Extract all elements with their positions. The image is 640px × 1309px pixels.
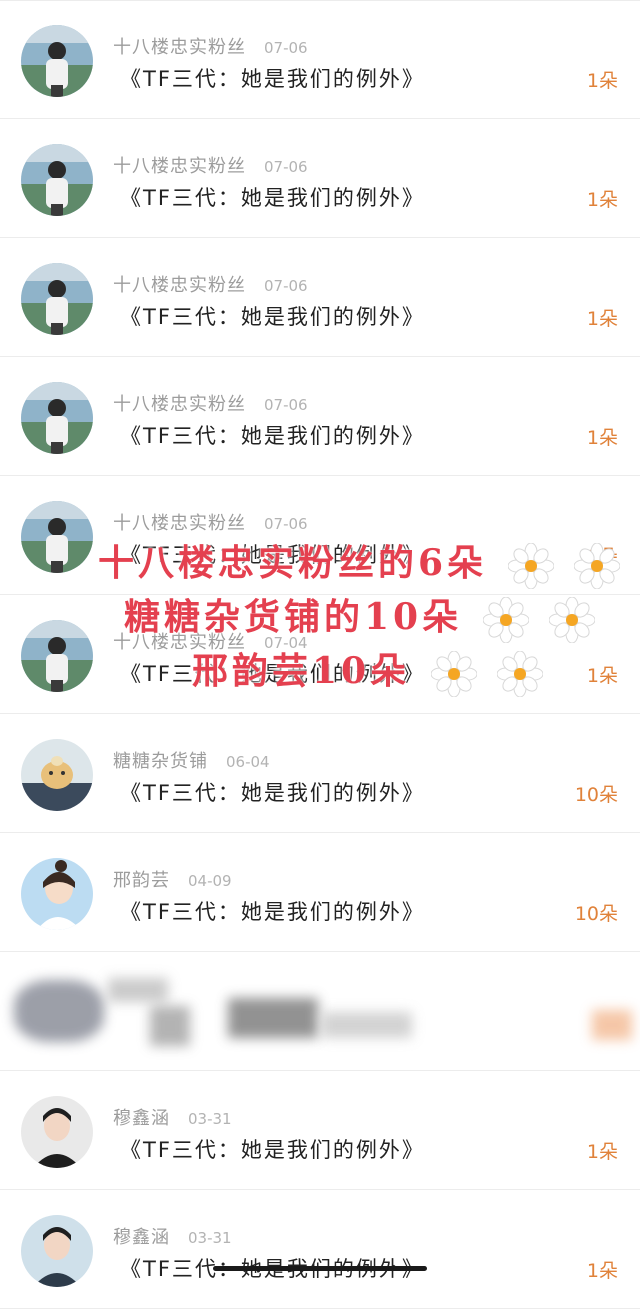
sender-name: 十八楼忠实粉丝 07-06	[113, 37, 308, 58]
flower-count: 10朵	[574, 903, 618, 925]
list-item[interactable]: 糖糖杂货铺 06-04 《TF三代：她是我们的例外》 10朵	[0, 714, 640, 833]
sender-name: 十八楼忠实粉丝 07-06	[113, 156, 308, 177]
gift-date: 04-09	[188, 872, 232, 890]
book-title: 《TF三代：她是我们的例外》	[120, 67, 425, 91]
flower-count: 1朵	[586, 1141, 618, 1163]
list-item[interactable]: 穆鑫涵03-31 《TF三代：她是我们的例外》 1朵	[0, 1071, 640, 1190]
list-item[interactable]: 十八楼忠实粉丝07-06 《TF三代：她是我们的例外》 1朵	[0, 238, 640, 357]
avatar[interactable]	[21, 620, 93, 692]
censored-block	[228, 998, 318, 1038]
list-item[interactable]: 穆鑫涵03-31 《TF三代：她是我们的例外》 1朵	[0, 1190, 640, 1309]
flower-count: 10朵	[574, 784, 618, 806]
sender-name: 邢韵芸 04-09	[113, 870, 232, 891]
overlay-line-2: 糖糖杂货铺的10朵	[124, 588, 596, 643]
censored-block	[150, 1006, 190, 1046]
overlay-text: 邢韵芸10朵	[192, 650, 411, 692]
overlay-text: 十八楼忠实粉丝的6朵	[98, 542, 488, 584]
flower-count: 1朵	[586, 665, 618, 687]
avatar[interactable]	[21, 1215, 93, 1287]
overlay-line-1: 十八楼忠实粉丝的6朵	[98, 534, 621, 589]
sender-name: 十八楼忠实粉丝 07-06	[113, 513, 308, 534]
overlay-line-3: 邢韵芸10朵	[192, 642, 544, 697]
avatar[interactable]	[21, 263, 93, 335]
daisy-icon	[482, 597, 529, 643]
list-item[interactable]: 邢韵芸 04-09 《TF三代：她是我们的例外》 10朵	[0, 833, 640, 952]
censored-title	[322, 1012, 412, 1038]
flower-count: 1朵	[586, 427, 618, 449]
gift-date: 07-06	[264, 515, 308, 533]
gift-date: 07-06	[264, 158, 308, 176]
avatar[interactable]	[21, 858, 93, 930]
avatar[interactable]	[21, 382, 93, 454]
daisy-icon	[430, 651, 477, 697]
list-item[interactable]: 十八楼忠实粉丝07-06 《TF三代：她是我们的例外》 1朵	[0, 0, 640, 119]
flower-count: 1朵	[586, 70, 618, 92]
book-title: 《TF三代：她是我们的例外》	[120, 1138, 425, 1162]
censored-count	[592, 1010, 632, 1040]
avatar[interactable]	[21, 1096, 93, 1168]
gift-date: 03-31	[188, 1110, 232, 1128]
gift-date: 07-06	[264, 277, 308, 295]
avatar[interactable]	[21, 144, 93, 216]
overlay-text: 糖糖杂货铺的10朵	[124, 596, 463, 638]
book-title: 《TF三代：她是我们的例外》	[120, 186, 425, 210]
flower-count: 1朵	[586, 189, 618, 211]
sender-name: 十八楼忠实粉丝 07-06	[113, 394, 308, 415]
book-title: 《TF三代：她是我们的例外》	[120, 900, 425, 924]
sender-name: 穆鑫涵 03-31	[113, 1227, 232, 1248]
avatar[interactable]	[21, 25, 93, 97]
list-item[interactable]: 十八楼忠实粉丝07-06 《TF三代：她是我们的例外》 1朵	[0, 357, 640, 476]
sender-name: 十八楼忠实粉丝 07-06	[113, 275, 308, 296]
list-item[interactable]: 十八楼忠实粉丝07-06 《TF三代：她是我们的例外》 1朵	[0, 119, 640, 238]
book-title: 《TF三代：她是我们的例外》	[120, 781, 425, 805]
censored-name	[108, 978, 168, 1002]
daisy-icon	[574, 543, 621, 589]
sender-name: 糖糖杂货铺 06-04	[113, 751, 270, 772]
daisy-icon	[497, 651, 544, 697]
book-title: 《TF三代：她是我们的例外》	[120, 305, 425, 329]
gift-date: 07-06	[264, 396, 308, 414]
daisy-icon	[507, 543, 554, 589]
gift-date: 03-31	[188, 1229, 232, 1247]
flower-count: 1朵	[586, 1260, 618, 1282]
flower-count: 1朵	[586, 308, 618, 330]
daisy-icon	[549, 597, 596, 643]
censored-avatar	[14, 980, 104, 1042]
censored-list-item	[0, 952, 640, 1071]
avatar[interactable]	[21, 501, 93, 573]
gift-date: 06-04	[226, 753, 270, 771]
home-indicator[interactable]	[213, 1266, 427, 1271]
avatar[interactable]	[21, 739, 93, 811]
book-title: 《TF三代：她是我们的例外》	[120, 424, 425, 448]
sender-name: 穆鑫涵 03-31	[113, 1108, 232, 1129]
gift-date: 07-06	[264, 39, 308, 57]
